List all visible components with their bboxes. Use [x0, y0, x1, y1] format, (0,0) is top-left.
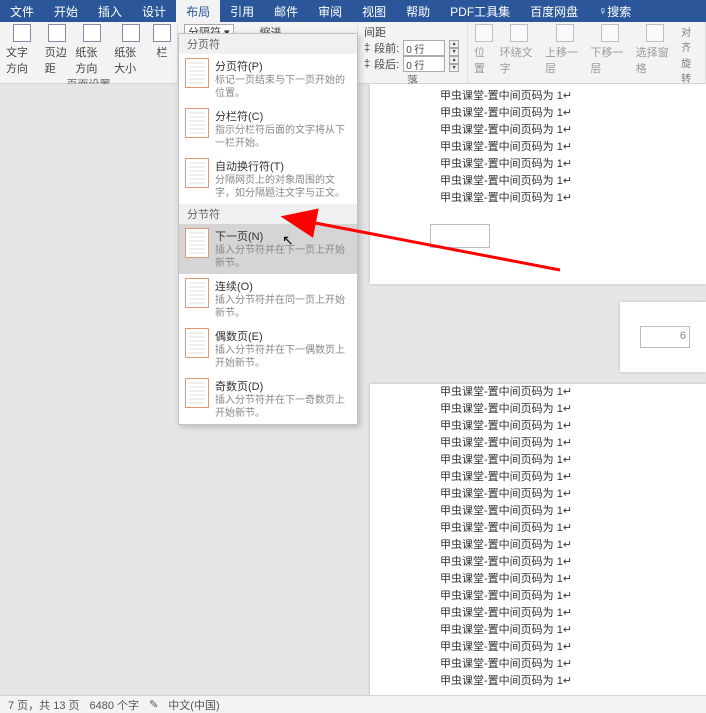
word-count[interactable]: 6480 个字: [90, 697, 140, 713]
rotate-button: 旋转: [681, 55, 699, 85]
text-line: 甲虫课堂-置中间页码为 1↵: [370, 105, 706, 122]
selection-pane-button[interactable]: 选择窗格: [636, 24, 675, 85]
text-line: 甲虫课堂-置中间页码为 1↵: [370, 384, 706, 401]
document-page: 6: [620, 302, 706, 372]
backward-icon: [601, 24, 619, 42]
text-line: 甲虫课堂-置中间页码为 1↵: [370, 554, 706, 571]
dropdown-section-page-breaks: 分页符: [179, 34, 357, 54]
wrap-text-button: 环绕文字: [500, 24, 539, 85]
document-page: 甲虫课堂-置中间页码为 1↵甲虫课堂-置中间页码为 1↵甲虫课堂-置中间页码为 …: [370, 84, 706, 284]
breaks-dropdown: 分页符 分页符(P)标记一页结束与下一页开始的位置。 分栏符(C)指示分栏符后面…: [178, 33, 358, 425]
text-line: 甲虫课堂-置中间页码为 1↵: [370, 401, 706, 418]
columns-button[interactable]: 栏: [153, 24, 171, 76]
text-line: 甲虫课堂-置中间页码为 1↵: [370, 673, 706, 690]
next-page-break-item[interactable]: 下一页(N)插入分节符并在下一页上开始新节。: [179, 224, 357, 274]
mouse-cursor-icon: ↖: [282, 232, 294, 249]
text-wrap-break-item[interactable]: 自动换行符(T)分隔网页上的对象周围的文字，如分隔题注文字与正文。: [179, 154, 357, 204]
spacing-label: 间距: [364, 24, 461, 40]
tab-insert[interactable]: 插入: [88, 0, 132, 22]
tab-references[interactable]: 引用: [220, 0, 264, 22]
up-down-icon: ‡: [364, 58, 370, 70]
text-line: 甲虫课堂-置中间页码为 1↵: [370, 469, 706, 486]
bring-forward-button: 上移一层: [545, 24, 584, 85]
page-indicator[interactable]: 7 页，共 13 页: [8, 697, 80, 713]
text-direction-button[interactable]: 文字方向: [6, 24, 39, 76]
continuous-break-item[interactable]: 连续(O)插入分节符并在同一页上开始新节。: [179, 274, 357, 324]
status-bar: 7 页，共 13 页 6480 个字 ✎ 中文(中国): [0, 695, 706, 713]
spacing-before-field[interactable]: 0 行: [403, 40, 445, 56]
even-page-break-item[interactable]: 偶数页(E)插入分节符并在下一偶数页上开始新节。: [179, 324, 357, 374]
spacing-after-spinner[interactable]: ▴▾: [449, 56, 459, 72]
spellcheck-icon[interactable]: ✎: [149, 698, 158, 711]
tab-mailings[interactable]: 邮件: [264, 0, 308, 22]
text-line: 甲虫课堂-置中间页码为 1↵: [370, 537, 706, 554]
tab-review[interactable]: 审阅: [308, 0, 352, 22]
text-line: 甲虫课堂-置中间页码为 1↵: [370, 588, 706, 605]
tab-pdf[interactable]: PDF工具集: [440, 0, 520, 22]
next-page-icon: [185, 228, 209, 258]
text-line: 甲虫课堂-置中间页码为 1↵: [370, 571, 706, 588]
column-break-icon: [185, 108, 209, 138]
spacing-before-spinner[interactable]: ▴▾: [449, 40, 459, 56]
orientation-icon: [83, 24, 101, 42]
margins-icon: [48, 24, 66, 42]
dropdown-section-section-breaks: 分节符: [179, 204, 357, 224]
text-line: 甲虫课堂-置中间页码为 1↵: [370, 190, 706, 207]
tab-help[interactable]: 帮助: [396, 0, 440, 22]
tab-design[interactable]: 设计: [132, 0, 176, 22]
size-button[interactable]: 纸张大小: [114, 24, 147, 76]
text-line: 甲虫课堂-置中间页码为 1↵: [370, 139, 706, 156]
text-line: 甲虫课堂-置中间页码为 1↵: [370, 418, 706, 435]
text-line: 甲虫课堂-置中间页码为 1↵: [370, 452, 706, 469]
tab-layout[interactable]: 布局: [176, 0, 220, 22]
continuous-icon: [185, 278, 209, 308]
document-page: 甲虫课堂-置中间页码为 1↵甲虫课堂-置中间页码为 1↵甲虫课堂-置中间页码为 …: [370, 384, 706, 695]
up-down-icon: ‡: [364, 42, 370, 54]
text-direction-icon: [13, 24, 31, 42]
text-line: 甲虫课堂-置中间页码为 1↵: [370, 520, 706, 537]
even-page-icon: [185, 328, 209, 358]
page-break-icon: [185, 58, 209, 88]
tab-home[interactable]: 开始: [44, 0, 88, 22]
position-button: 位置: [474, 24, 494, 85]
margins-button[interactable]: 页边距: [45, 24, 70, 76]
text-line: 甲虫课堂-置中间页码为 1↵: [370, 503, 706, 520]
position-icon: [475, 24, 493, 42]
text-line: 甲虫课堂-置中间页码为 1↵: [370, 435, 706, 452]
selection-pane-icon: [646, 24, 664, 42]
tab-file[interactable]: 文件: [0, 0, 44, 22]
column-break-item[interactable]: 分栏符(C)指示分栏符后面的文字将从下一栏开始。: [179, 104, 357, 154]
tab-bar: 文件 开始 插入 设计 布局 引用 邮件 审阅 视图 帮助 PDF工具集 百度网…: [0, 0, 706, 22]
search-box[interactable]: ♀搜索: [588, 0, 641, 22]
send-backward-button: 下移一层: [590, 24, 629, 85]
odd-page-icon: [185, 378, 209, 408]
page-break-item[interactable]: 分页符(P)标记一页结束与下一页开始的位置。: [179, 54, 357, 104]
text-line: 甲虫课堂-置中间页码为 1↵: [370, 656, 706, 673]
align-button: 对齐: [681, 24, 699, 54]
orientation-button[interactable]: 纸张方向: [75, 24, 108, 76]
text-line: 甲虫课堂-置中间页码为 1↵: [370, 639, 706, 656]
text-wrap-icon: [185, 158, 209, 188]
text-line: 甲虫课堂-置中间页码为 1↵: [370, 605, 706, 622]
text-line: 甲虫课堂-置中间页码为 1↵: [370, 486, 706, 503]
text-line: 甲虫课堂-置中间页码为 1↵: [370, 173, 706, 190]
tab-view[interactable]: 视图: [352, 0, 396, 22]
forward-icon: [556, 24, 574, 42]
wrap-icon: [510, 24, 528, 42]
page-number: 6: [680, 330, 686, 342]
text-line: 甲虫课堂-置中间页码为 1↵: [370, 122, 706, 139]
odd-page-break-item[interactable]: 奇数页(D)插入分节符并在下一奇数页上开始新节。: [179, 374, 357, 424]
size-icon: [122, 24, 140, 42]
spacing-after-field[interactable]: 0 行: [403, 56, 445, 72]
text-line: 甲虫课堂-置中间页码为 1↵: [370, 88, 706, 105]
language-indicator[interactable]: 中文(中国): [168, 697, 219, 713]
text-line: 甲虫课堂-置中间页码为 1↵: [370, 156, 706, 173]
banner-shape: [430, 224, 490, 248]
text-line: 甲虫课堂-置中间页码为 1↵: [370, 622, 706, 639]
tab-baidu[interactable]: 百度网盘: [520, 0, 588, 22]
columns-icon: [153, 24, 171, 42]
